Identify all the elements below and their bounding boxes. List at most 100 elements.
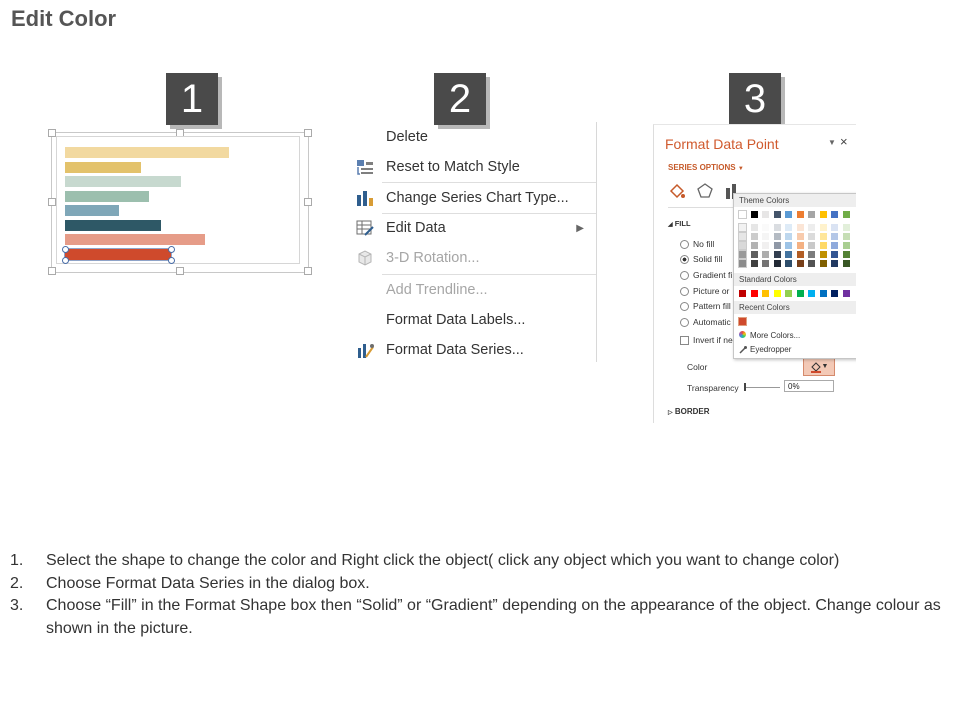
- color-swatch[interactable]: [762, 224, 769, 231]
- menu-item-change-chart-type[interactable]: Change Series Chart Type...: [346, 183, 596, 213]
- color-swatch[interactable]: [808, 290, 815, 297]
- color-swatch[interactable]: [738, 259, 747, 268]
- invert-checkbox[interactable]: Invert if ne: [680, 335, 733, 345]
- color-swatch[interactable]: [808, 260, 815, 267]
- color-swatch[interactable]: [773, 251, 781, 258]
- color-swatch[interactable]: [773, 242, 781, 249]
- chart-bar[interactable]: [65, 147, 229, 158]
- color-swatch[interactable]: [750, 233, 758, 240]
- color-swatch[interactable]: [819, 251, 827, 258]
- color-swatch[interactable]: [842, 260, 850, 267]
- eyedropper-link[interactable]: Eyedropper: [750, 345, 791, 354]
- transparency-slider[interactable]: [746, 387, 780, 388]
- color-swatch[interactable]: [750, 242, 758, 249]
- color-swatch[interactable]: [762, 260, 769, 267]
- color-swatch[interactable]: [796, 242, 804, 249]
- radio-picture-fill[interactable]: Picture or: [680, 286, 729, 296]
- resize-handle[interactable]: [304, 129, 312, 137]
- transparency-slider-thumb[interactable]: [744, 383, 746, 391]
- bar-selection-handle[interactable]: [168, 256, 175, 264]
- color-swatch[interactable]: [773, 233, 781, 240]
- color-swatch[interactable]: [796, 251, 804, 258]
- color-swatch[interactable]: [739, 290, 746, 297]
- color-swatch[interactable]: [785, 260, 792, 267]
- color-swatch[interactable]: [750, 251, 758, 258]
- color-swatch[interactable]: [738, 223, 747, 232]
- color-swatch[interactable]: [785, 211, 792, 218]
- color-swatch[interactable]: [831, 233, 838, 240]
- color-swatch[interactable]: [808, 233, 815, 240]
- color-swatch[interactable]: [831, 251, 838, 258]
- color-picker-button[interactable]: ▼: [803, 357, 835, 376]
- color-swatch[interactable]: [750, 211, 758, 218]
- color-swatch[interactable]: [762, 251, 769, 258]
- color-swatch[interactable]: [819, 260, 827, 267]
- color-swatch[interactable]: [773, 260, 781, 267]
- color-swatch[interactable]: [750, 290, 758, 297]
- radio-gradient-fill[interactable]: Gradient fi: [680, 270, 732, 280]
- color-swatch[interactable]: [842, 233, 850, 240]
- chart-bar[interactable]: [65, 176, 181, 187]
- chart-bar[interactable]: [65, 234, 205, 245]
- color-swatch[interactable]: [773, 290, 781, 297]
- color-swatch[interactable]: [796, 224, 804, 231]
- chart-bar[interactable]: [65, 161, 141, 173]
- color-swatch[interactable]: [796, 233, 804, 240]
- close-icon[interactable]: ×: [840, 134, 848, 149]
- color-swatch[interactable]: [842, 290, 850, 297]
- pane-options-icon[interactable]: ▼: [828, 138, 836, 147]
- color-swatch[interactable]: [842, 251, 850, 258]
- resize-handle[interactable]: [48, 198, 56, 206]
- color-swatch[interactable]: [842, 242, 850, 249]
- color-swatch[interactable]: [762, 290, 769, 297]
- menu-item-edit-data[interactable]: Edit Data ▶: [346, 213, 596, 243]
- color-swatch[interactable]: [762, 211, 769, 218]
- chart-bar[interactable]: [65, 219, 161, 231]
- color-swatch[interactable]: [808, 211, 815, 218]
- color-swatch[interactable]: [819, 211, 827, 218]
- color-swatch[interactable]: [796, 260, 804, 267]
- menu-item-format-data-series[interactable]: Format Data Series...: [346, 335, 596, 365]
- transparency-input[interactable]: 0%: [784, 380, 834, 392]
- color-swatch[interactable]: [819, 242, 827, 249]
- bar-selection-handle[interactable]: [62, 256, 69, 264]
- color-swatch[interactable]: [738, 232, 747, 241]
- effects-tab-icon[interactable]: [696, 182, 714, 205]
- bar-selection-handle[interactable]: [168, 245, 175, 253]
- color-swatch[interactable]: [842, 224, 850, 231]
- radio-automatic[interactable]: Automatic: [680, 317, 731, 327]
- selected-bar[interactable]: [64, 247, 172, 261]
- radio-no-fill[interactable]: No fill: [680, 239, 714, 249]
- color-swatch[interactable]: [796, 211, 804, 218]
- color-swatch[interactable]: [808, 224, 815, 231]
- fill-section-header[interactable]: ◢ FILL: [668, 219, 691, 228]
- color-swatch[interactable]: [785, 251, 792, 258]
- border-section-header[interactable]: ▷ BORDER: [668, 407, 710, 416]
- chart-bar[interactable]: [65, 190, 149, 202]
- color-swatch[interactable]: [738, 241, 747, 250]
- menu-item-reset-style[interactable]: Reset to Match Style: [346, 152, 596, 182]
- color-swatch[interactable]: [842, 211, 850, 218]
- color-swatch[interactable]: [750, 260, 758, 267]
- color-swatch[interactable]: [773, 224, 781, 231]
- color-swatch[interactable]: [808, 242, 815, 249]
- color-swatch[interactable]: [785, 233, 792, 240]
- radio-pattern-fill[interactable]: Pattern fill: [680, 301, 731, 311]
- color-swatch[interactable]: [831, 242, 838, 249]
- color-swatch[interactable]: [738, 250, 747, 259]
- color-swatch[interactable]: [762, 242, 769, 249]
- bar-selection-handle[interactable]: [62, 245, 69, 253]
- color-swatch[interactable]: [819, 290, 827, 297]
- color-swatch[interactable]: [831, 260, 838, 267]
- color-swatch[interactable]: [831, 211, 838, 218]
- series-options-dropdown[interactable]: SERIES OPTIONS ▼: [668, 163, 744, 172]
- color-swatch[interactable]: [796, 290, 804, 297]
- chart-panel[interactable]: [48, 129, 312, 275]
- resize-handle[interactable]: [304, 198, 312, 206]
- color-swatch[interactable]: [808, 251, 815, 258]
- fill-line-tab-icon[interactable]: [668, 182, 686, 205]
- menu-item-delete[interactable]: Delete: [346, 122, 596, 152]
- color-swatch[interactable]: [819, 224, 827, 231]
- color-swatch[interactable]: [773, 211, 781, 218]
- resize-handle[interactable]: [48, 267, 56, 275]
